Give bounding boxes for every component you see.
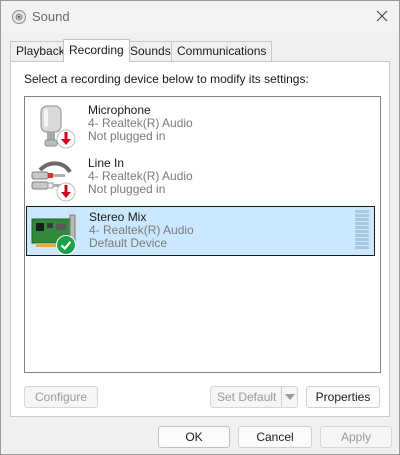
tab-communications[interactable]: Communications xyxy=(171,41,273,61)
device-item-microphone[interactable]: Microphone 4- Realtek(R) Audio Not plugg… xyxy=(26,100,375,150)
properties-button[interactable]: Properties xyxy=(306,386,380,408)
properties-label: Properties xyxy=(315,390,371,404)
close-icon xyxy=(376,10,388,22)
tab-sounds[interactable]: Sounds xyxy=(124,41,177,61)
unplugged-arrow-icon xyxy=(56,129,76,149)
default-check-icon xyxy=(56,235,76,255)
cancel-button[interactable]: Cancel xyxy=(238,426,312,448)
instruction-text: Select a recording device below to modif… xyxy=(24,72,309,86)
device-item-stereo-mix[interactable]: Stereo Mix 4- Realtek(R) Audio Default D… xyxy=(26,206,375,256)
recording-device-list[interactable]: Microphone 4- Realtek(R) Audio Not plugg… xyxy=(24,96,381,373)
device-driver: 4- Realtek(R) Audio xyxy=(88,169,193,183)
device-name: Line In xyxy=(88,156,125,170)
apply-button[interactable]: Apply xyxy=(320,426,392,448)
sound-dialog: Sound Playback Recording Sounds Communic… xyxy=(0,0,400,455)
device-driver: 4- Realtek(R) Audio xyxy=(89,223,194,237)
level-meter xyxy=(355,210,369,252)
set-default-button[interactable]: Set Default xyxy=(210,386,298,408)
configure-label: Configure xyxy=(34,390,88,404)
close-button[interactable] xyxy=(365,1,399,31)
device-status: Default Device xyxy=(89,236,168,250)
device-name: Microphone xyxy=(88,103,151,117)
apply-label: Apply xyxy=(340,430,372,444)
speaker-icon xyxy=(12,10,26,24)
configure-button[interactable]: Configure xyxy=(24,386,98,408)
window-title: Sound xyxy=(32,9,70,24)
recording-tab-page: Select a recording device below to modif… xyxy=(10,61,390,417)
device-driver: 4- Realtek(R) Audio xyxy=(88,116,193,130)
ok-button[interactable]: OK xyxy=(158,426,230,448)
device-name: Stereo Mix xyxy=(89,210,147,224)
device-status: Not plugged in xyxy=(88,182,166,196)
ok-label: OK xyxy=(185,430,203,444)
set-default-dropdown[interactable] xyxy=(281,387,297,407)
device-status: Not plugged in xyxy=(88,129,166,143)
title-bar[interactable]: Sound xyxy=(1,1,399,33)
tab-playback[interactable]: Playback xyxy=(10,41,71,61)
unplugged-arrow-icon xyxy=(56,182,76,202)
set-default-label: Set Default xyxy=(217,390,277,404)
tab-recording[interactable]: Recording xyxy=(63,39,130,62)
cancel-label: Cancel xyxy=(256,430,294,444)
device-item-line-in[interactable]: Line In 4- Realtek(R) Audio Not plugged … xyxy=(26,153,375,203)
chevron-down-icon xyxy=(284,394,295,400)
